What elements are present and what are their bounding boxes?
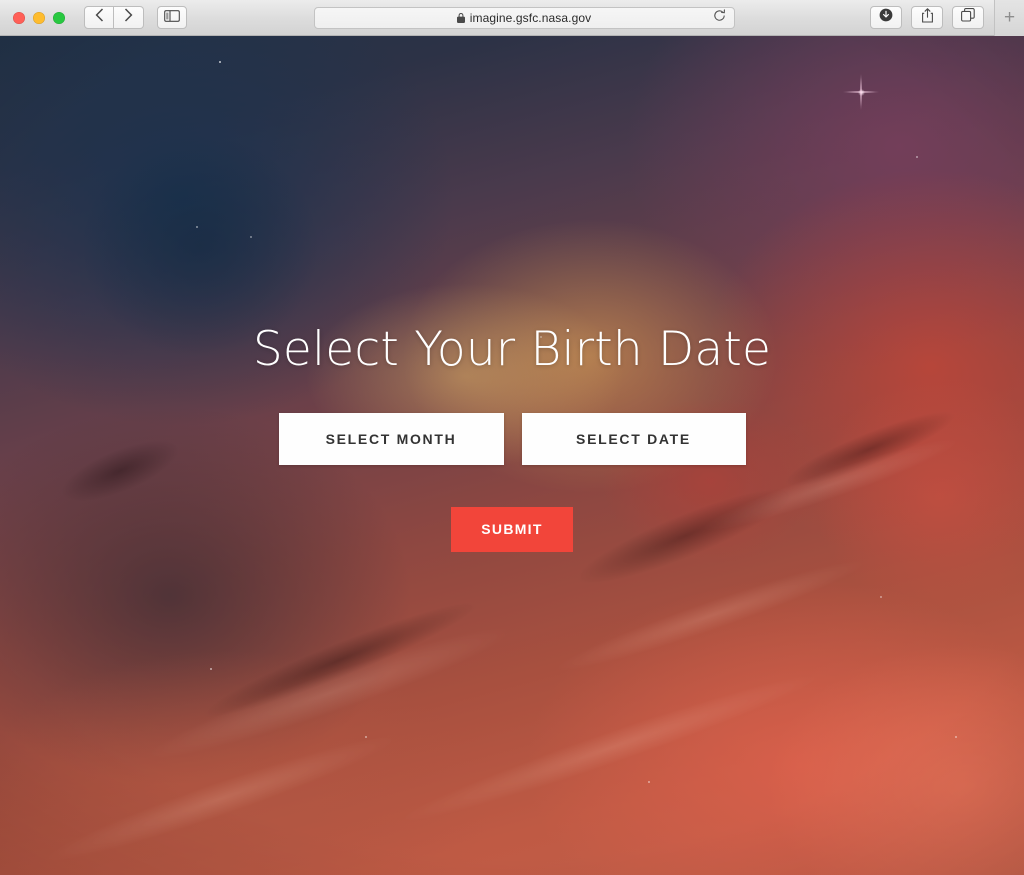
selector-row: SELECT MONTH SELECT DATE	[278, 412, 746, 465]
page-title: Select Your Birth Date	[252, 322, 772, 377]
sidebar-toggle-icon	[164, 9, 180, 27]
download-icon	[879, 8, 893, 27]
birth-date-form: Select Your Birth Date SELECT MONTH SELE…	[0, 36, 1024, 875]
select-date-dropdown[interactable]: SELECT DATE	[521, 412, 746, 465]
browser-window: imagine.gsfc.nasa.gov + Select Your Birt…	[0, 0, 1024, 875]
reload-button[interactable]	[713, 8, 726, 27]
minimize-button[interactable]	[33, 11, 45, 24]
new-tab-button[interactable]: +	[994, 0, 1024, 36]
window-controls	[13, 11, 65, 24]
lock-icon	[456, 12, 465, 23]
share-button[interactable]	[911, 6, 943, 29]
browser-toolbar: imagine.gsfc.nasa.gov +	[0, 0, 1024, 36]
forward-button[interactable]	[114, 6, 144, 29]
close-button[interactable]	[13, 11, 25, 24]
navigation-buttons	[84, 6, 187, 29]
submit-button[interactable]: SUBMIT	[451, 506, 573, 552]
page-viewport: Select Your Birth Date SELECT MONTH SELE…	[0, 36, 1024, 875]
url-text: imagine.gsfc.nasa.gov	[469, 10, 592, 25]
share-icon	[921, 7, 934, 28]
downloads-button[interactable]	[870, 6, 902, 29]
tabs-button[interactable]	[952, 6, 984, 29]
chevron-right-icon	[124, 8, 133, 27]
tab-overview-icon	[961, 8, 975, 27]
address-bar-container: imagine.gsfc.nasa.gov	[187, 6, 861, 29]
maximize-button[interactable]	[53, 11, 65, 24]
select-month-dropdown[interactable]: SELECT MONTH	[278, 412, 504, 465]
sidebar-toggle-button[interactable]	[157, 6, 187, 29]
address-bar[interactable]: imagine.gsfc.nasa.gov	[313, 6, 735, 29]
chevron-left-icon	[95, 8, 104, 27]
back-button[interactable]	[84, 6, 114, 29]
reload-icon	[713, 8, 726, 27]
toolbar-right-buttons: +	[861, 0, 1024, 36]
